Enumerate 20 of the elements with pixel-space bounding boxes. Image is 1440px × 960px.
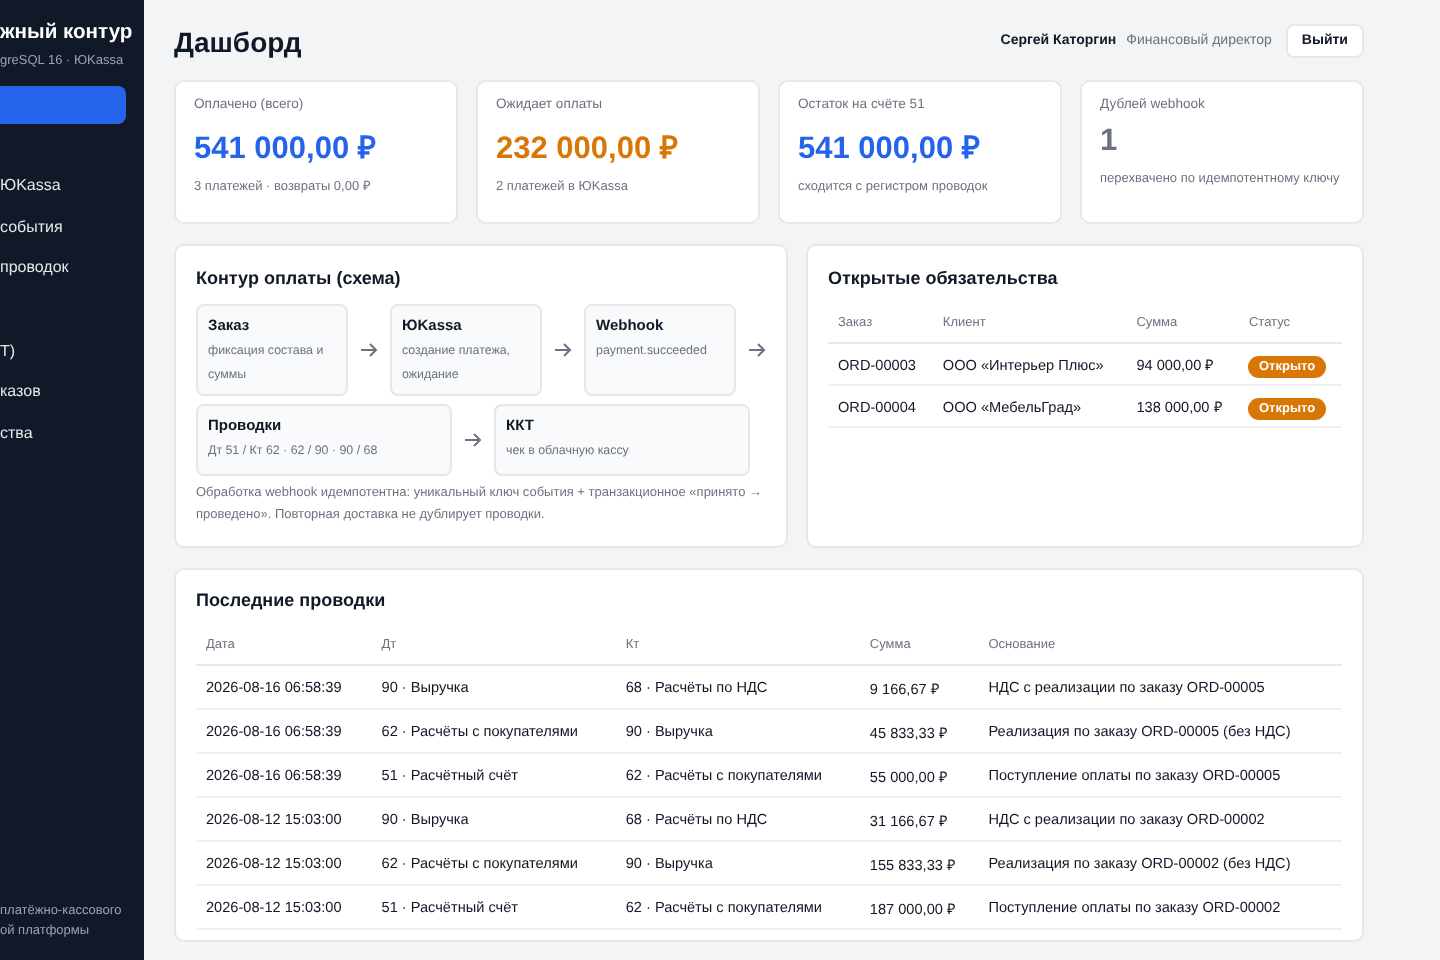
- stat-value: 541 000,00 ₽: [194, 130, 378, 168]
- stat-value: 232 000,00 ₽: [496, 130, 680, 168]
- card-title: Последние проводки: [196, 590, 388, 610]
- arrow-icon: [748, 342, 766, 358]
- stat-value: 1: [1100, 124, 1120, 160]
- arrow-icon: [554, 342, 572, 358]
- nav-button[interactable]: [0, 86, 126, 124]
- card-title: Контур оплаты (схема): [196, 268, 403, 288]
- card-title: Открытые обязательства: [828, 268, 1060, 288]
- arrow-icon: [360, 342, 378, 358]
- page-title: Дашборд: [174, 25, 302, 57]
- nav-item[interactable]: события: [0, 207, 144, 248]
- nav-item[interactable]: Т): [0, 331, 144, 372]
- nav-item[interactable]: проводок: [0, 248, 144, 289]
- nav-item[interactable]: ЮKassa: [0, 166, 144, 207]
- nav-item[interactable]: ства: [0, 413, 144, 454]
- stat-value: 541 000,00 ₽: [798, 130, 982, 168]
- nav-item[interactable]: казов: [0, 372, 144, 413]
- brand-title: жный контур: [0, 22, 135, 44]
- arrow-icon: [464, 432, 482, 448]
